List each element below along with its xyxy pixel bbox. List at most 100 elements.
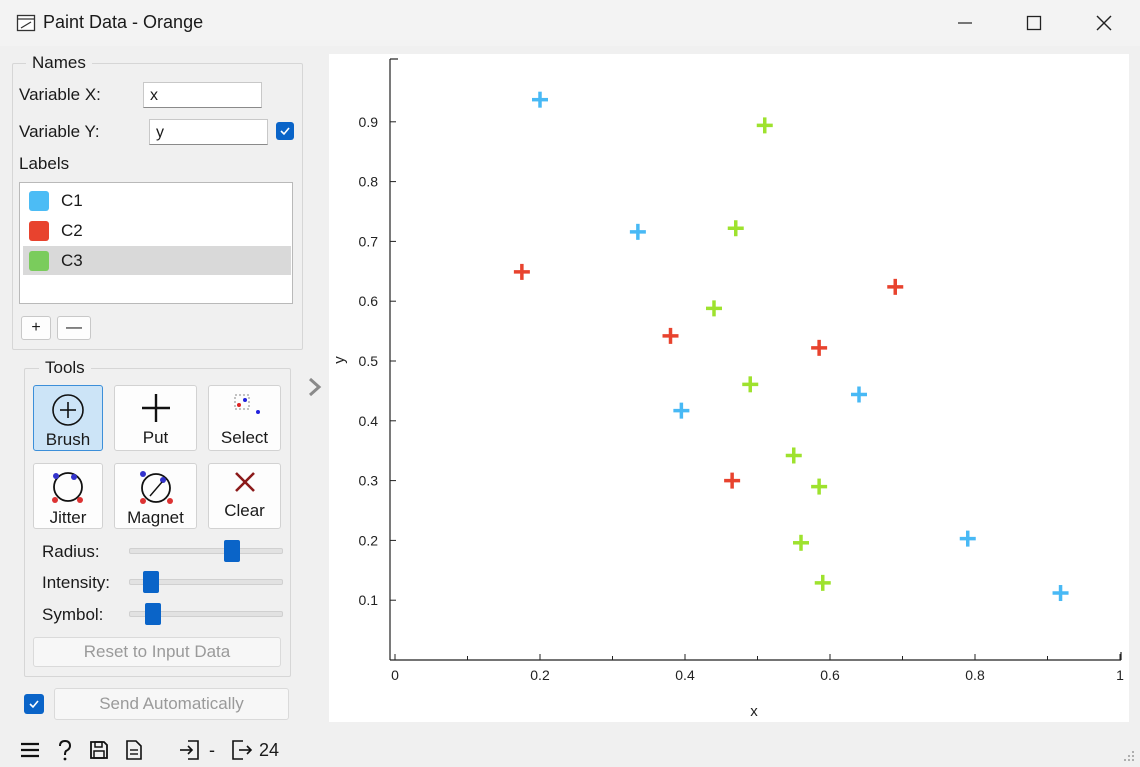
data-point-c1 — [1052, 585, 1069, 602]
data-point-c2 — [811, 339, 828, 356]
data-point-c1 — [673, 402, 690, 419]
send-automatically-checkbox[interactable] — [24, 694, 44, 714]
data-point-c3 — [706, 300, 722, 317]
labels-title: Labels — [19, 154, 70, 173]
minimize-button[interactable] — [942, 0, 988, 46]
x-tick-label: 1 — [1116, 667, 1124, 683]
data-point-c2 — [513, 263, 530, 280]
data-point-c2 — [662, 327, 679, 344]
report-button[interactable] — [125, 736, 143, 764]
save-icon — [90, 741, 108, 759]
jitter-tool-button[interactable]: Jitter — [33, 463, 103, 529]
color-swatch — [29, 190, 49, 211]
intensity-slider-handle[interactable] — [142, 571, 159, 593]
data-point-c3 — [793, 534, 809, 551]
data-point-c1 — [851, 386, 867, 403]
symbol-label: Symbol: — [42, 605, 104, 624]
y-tick-label: 0.9 — [359, 114, 379, 130]
input-data-indicator: - — [179, 736, 215, 764]
y-tick-label: 0.5 — [359, 353, 379, 369]
clear-tool-button[interactable]: Clear — [208, 463, 281, 529]
remove-label-button[interactable]: — — [57, 316, 91, 340]
y-tick-label: 0.4 — [359, 413, 379, 429]
scatter-plot[interactable]: 0 0.2 0.4 0.6 0.8 1 0.1 0.2 0.3 0.4 0.5 0.6 0.7 0.8 0.… — [329, 54, 1129, 722]
variable-y-input[interactable]: y — [149, 119, 268, 145]
y-tick-label: 0.6 — [359, 293, 379, 309]
tool-label: Clear — [224, 501, 265, 520]
x-axis-label: x — [750, 703, 758, 720]
brush-tool-button[interactable]: Brush — [33, 385, 103, 451]
magnet-tool-button[interactable]: Magnet — [114, 463, 197, 529]
labels-list[interactable]: C1 C2 C3 — [19, 182, 293, 304]
input-count: - — [209, 739, 215, 760]
magnet-icon — [139, 471, 173, 504]
add-label-button[interactable]: + — [21, 316, 51, 340]
radius-slider[interactable] — [129, 548, 283, 554]
checkmark-icon — [280, 127, 290, 136]
data-point-c1 — [532, 91, 548, 108]
variable-y-checkbox[interactable] — [276, 122, 294, 140]
radius-slider-handle[interactable] — [224, 540, 241, 562]
label-item-text: C2 — [61, 220, 83, 240]
jitter-icon — [52, 472, 83, 503]
select-icon — [234, 394, 260, 414]
y-tick-label: 0.7 — [359, 233, 379, 249]
clear-icon — [234, 472, 255, 492]
put-icon — [141, 394, 170, 422]
close-icon — [1096, 15, 1112, 31]
input-icon — [180, 740, 199, 760]
x-tick-label: 0.8 — [965, 667, 985, 683]
y-tick-label: 0.2 — [359, 532, 379, 548]
x-tick-label: 0.4 — [675, 667, 695, 683]
tool-label: Put — [142, 428, 169, 447]
hamburger-menu-icon — [21, 742, 39, 758]
tool-label: Brush — [45, 430, 91, 449]
color-swatch — [29, 220, 49, 241]
symbol-slider-handle[interactable] — [145, 603, 162, 625]
data-point-c3 — [756, 117, 773, 134]
label-item-c1[interactable]: C1 — [23, 186, 291, 215]
help-icon — [59, 739, 72, 761]
label-item-c3[interactable]: C3 — [23, 246, 291, 275]
data-point-c2 — [724, 472, 741, 489]
data-point-c3 — [811, 478, 828, 495]
tool-label: Jitter — [49, 508, 87, 527]
reset-to-input-data-button[interactable]: Reset to Input Data — [33, 637, 281, 667]
output-count: 24 — [259, 739, 280, 760]
report-icon — [126, 740, 142, 760]
variable-x-input[interactable]: x — [143, 82, 262, 108]
save-button[interactable] — [89, 736, 109, 764]
put-tool-button[interactable]: Put — [114, 385, 197, 451]
output-icon — [232, 740, 253, 760]
radius-label: Radius: — [42, 542, 100, 561]
variable-x-label: Variable X: — [19, 85, 101, 104]
data-point-c1 — [959, 530, 976, 547]
close-button[interactable] — [1081, 0, 1127, 46]
names-group-title: Names — [26, 53, 92, 73]
data-point-c3 — [727, 220, 744, 237]
data-point-c1 — [629, 223, 646, 240]
data-point-c3 — [814, 574, 831, 591]
data-point-c3 — [742, 376, 759, 393]
select-tool-button[interactable]: Select — [208, 385, 281, 451]
variable-y-label: Variable Y: — [19, 122, 100, 141]
checkmark-icon — [29, 700, 39, 709]
help-button[interactable] — [56, 736, 74, 764]
label-item-text: C3 — [61, 250, 83, 270]
label-item-c2[interactable]: C2 — [23, 216, 291, 245]
send-automatically-button[interactable]: Send Automatically — [54, 688, 289, 720]
resize-grip-icon[interactable] — [1122, 749, 1136, 763]
maximize-icon — [1026, 15, 1042, 31]
intensity-label: Intensity: — [42, 573, 111, 592]
brush-icon — [52, 394, 84, 426]
menu-button[interactable] — [20, 736, 40, 764]
tools-group-title: Tools — [39, 358, 91, 378]
maximize-button[interactable] — [1011, 0, 1057, 46]
y-tick-label: 0.8 — [359, 174, 379, 190]
minimize-icon — [958, 22, 972, 24]
scatter-plot-area[interactable]: 0 0.2 0.4 0.6 0.8 1 0.1 0.2 0.3 0.4 0.5 0.6 0.7 0.8 0.… — [329, 54, 1129, 722]
collapse-panel-chevron-icon[interactable] — [306, 376, 324, 398]
x-tick-label: 0.2 — [530, 667, 550, 683]
color-swatch — [29, 250, 49, 271]
data-point-c3 — [785, 447, 802, 464]
